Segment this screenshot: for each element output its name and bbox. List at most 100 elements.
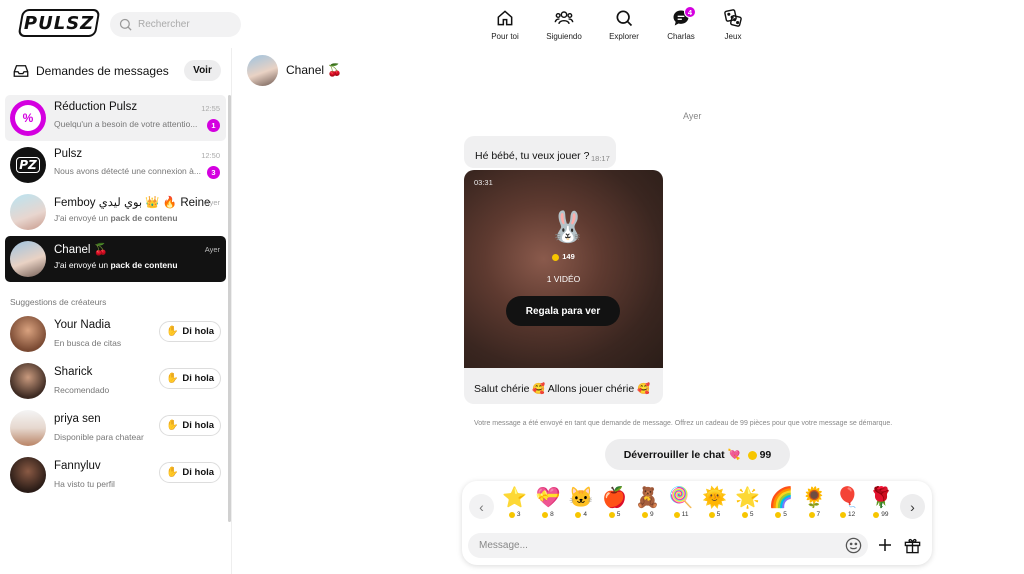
coin-icon — [747, 450, 757, 460]
sidebar: Demandes de messages Voir % Réduction Pu… — [0, 48, 232, 574]
gift-price: 5 — [708, 511, 720, 518]
gift-item[interactable]: 🌞 5 — [698, 485, 731, 527]
voir-button[interactable]: Voir — [184, 60, 221, 81]
wave-icon: ✋ — [165, 467, 179, 478]
search-input[interactable] — [138, 19, 238, 30]
video-duration: 03:31 — [474, 178, 493, 187]
conversation-preview: J'ai envoyé un pack de contenu — [54, 213, 178, 223]
message-bubble: Hé bébé, tu veux jouer ? 18:17 — [464, 136, 616, 168]
gift-price: 11 — [673, 511, 689, 518]
message-text: Hé bébé, tu veux jouer ? — [475, 150, 590, 162]
conversation-preview: Quelqu'un a besoin de votre attentio... — [54, 119, 198, 129]
coin-icon — [673, 511, 680, 518]
di-hola-button[interactable]: ✋ Di hola — [159, 321, 221, 342]
day-separator: Ayer — [683, 111, 702, 121]
locked-video-preview[interactable]: 03:31 🐰 149 1 VIDÉO Regala para ver — [464, 170, 663, 368]
di-hola-button[interactable]: ✋ Di hola — [159, 368, 221, 389]
sidebar-scrollbar[interactable] — [228, 95, 231, 522]
gift-item[interactable]: ⭐ 3 — [498, 485, 531, 527]
unlock-chat-button[interactable]: Déverrouiller le chat 💘 99 — [605, 439, 790, 470]
contact-avatar[interactable] — [247, 55, 278, 86]
avatar — [10, 194, 46, 230]
message-input[interactable] — [468, 533, 868, 558]
inbox-icon — [13, 65, 29, 77]
unread-count-badge: 3 — [207, 166, 220, 179]
conversation-time: 12:55 — [201, 104, 220, 113]
nav-pour-toi[interactable]: Pour toi — [475, 8, 535, 41]
avatar[interactable] — [10, 457, 46, 493]
nav-siguiendo[interactable]: Siguiendo — [534, 8, 594, 41]
search-icon — [119, 18, 132, 31]
gift-item[interactable]: 🧸 9 — [631, 485, 664, 527]
chat-header: Chanel 🍒 — [232, 48, 1024, 94]
conversation-item[interactable]: PZ Pulsz Nous avons détecté une connexio… — [5, 142, 226, 188]
avatar: % — [10, 100, 46, 136]
sunflower-gift-icon: 🌻 — [801, 487, 827, 509]
conversation-item-selected[interactable]: Chanel 🍒 J'ai envoyé un pack de contenu … — [5, 236, 226, 282]
coin-icon — [741, 511, 748, 518]
heart-gift-icon: 💝 — [535, 487, 561, 509]
nav-charlas[interactable]: 4 Charlas — [651, 6, 711, 41]
wave-icon: ✋ — [165, 420, 179, 431]
conversation-preview: J'ai envoyé un pack de contenu — [54, 260, 178, 270]
conversation-name: Pulsz — [54, 148, 83, 160]
conversation-time: Ayer — [204, 245, 220, 254]
charlas-badge: 4 — [684, 6, 696, 18]
avatar[interactable] — [10, 410, 46, 446]
search-bar[interactable] — [110, 12, 241, 37]
unread-count-badge: 1 — [207, 119, 220, 132]
avatar[interactable] — [10, 316, 46, 352]
gift-item[interactable]: 🍎 5 — [598, 485, 631, 527]
conversation-time: 12:50 — [201, 151, 220, 160]
add-attachment-button[interactable] — [876, 536, 894, 554]
avatar — [10, 241, 46, 277]
gift-icon — [904, 538, 921, 554]
gift-price: 12 — [840, 511, 855, 518]
coin-icon — [552, 253, 560, 261]
composer: ‹ ⭐ 3 💝 8 🐱 4 🍎 5 🧸 9 🍭 11 🌞 5 🌟 5 🌈 5 🌻 7 🎈 12 🌹 99 › — [462, 481, 932, 565]
gift-button[interactable] — [903, 536, 922, 555]
sun-gift-icon: 🌞 — [701, 487, 727, 509]
emoji-button[interactable] — [844, 536, 863, 555]
nav-explorer[interactable]: Explorer — [594, 8, 654, 41]
di-hola-button[interactable]: ✋ Di hola — [159, 415, 221, 436]
smiley-icon — [845, 537, 862, 554]
gift-item[interactable]: 🌻 7 — [798, 485, 831, 527]
gifts-next-button[interactable]: › — [900, 494, 925, 519]
people-icon — [554, 11, 574, 25]
suggestion-name: Your Nadia — [54, 319, 111, 331]
conversation-item[interactable]: Femboy بوي ليدي 👑 🔥 Reine J'ai envoyé un… — [5, 189, 226, 235]
balloon-gift-icon: 🎈 — [835, 487, 861, 509]
contact-name[interactable]: Chanel 🍒 — [286, 63, 342, 77]
gift-item[interactable]: 🌈 5 — [764, 485, 797, 527]
conversation-item[interactable]: % Réduction Pulsz Quelqu'un a besoin de … — [5, 95, 226, 141]
coin-icon — [840, 511, 846, 518]
locked-media-card: 03:31 🐰 149 1 VIDÉO Regala para ver Salu… — [464, 170, 663, 404]
nav-jeux[interactable]: Jeux — [703, 8, 763, 41]
rose-gift-icon: 🌹 — [868, 487, 894, 509]
avatar: PZ — [10, 147, 46, 183]
gift-item[interactable]: 🎈 12 — [831, 485, 864, 527]
rainbow-gift-icon: 🌈 — [768, 487, 794, 509]
gift-item[interactable]: 🌹 99 — [864, 485, 897, 527]
suggestion-item: Sharick Recomendado ✋ Di hola — [5, 361, 226, 403]
pulsz-logo[interactable]: PULSZ — [17, 9, 101, 37]
coin-icon — [508, 511, 515, 518]
di-hola-button[interactable]: ✋ Di hola — [159, 462, 221, 483]
regala-para-ver-button[interactable]: Regala para ver — [506, 296, 620, 326]
gift-price: 5 — [608, 511, 620, 518]
requests-title: Demandes de messages — [36, 64, 169, 78]
avatar[interactable] — [10, 363, 46, 399]
gift-item[interactable]: 🌟 5 — [731, 485, 764, 527]
gifts-prev-button[interactable]: ‹ — [469, 494, 494, 519]
gift-item[interactable]: 🐱 4 — [565, 485, 598, 527]
wave-icon: ✋ — [165, 326, 179, 337]
conversation-time: Ayer — [204, 198, 220, 207]
conversation-name: Réduction Pulsz — [54, 101, 138, 113]
gift-item[interactable]: 💝 8 — [531, 485, 564, 527]
gift-item[interactable]: 🍭 11 — [664, 485, 697, 527]
gift-price: 5 — [775, 511, 787, 518]
message-requests-header: Demandes de messages Voir — [12, 60, 224, 82]
coin-icon — [642, 511, 649, 518]
coin-icon — [775, 511, 782, 518]
